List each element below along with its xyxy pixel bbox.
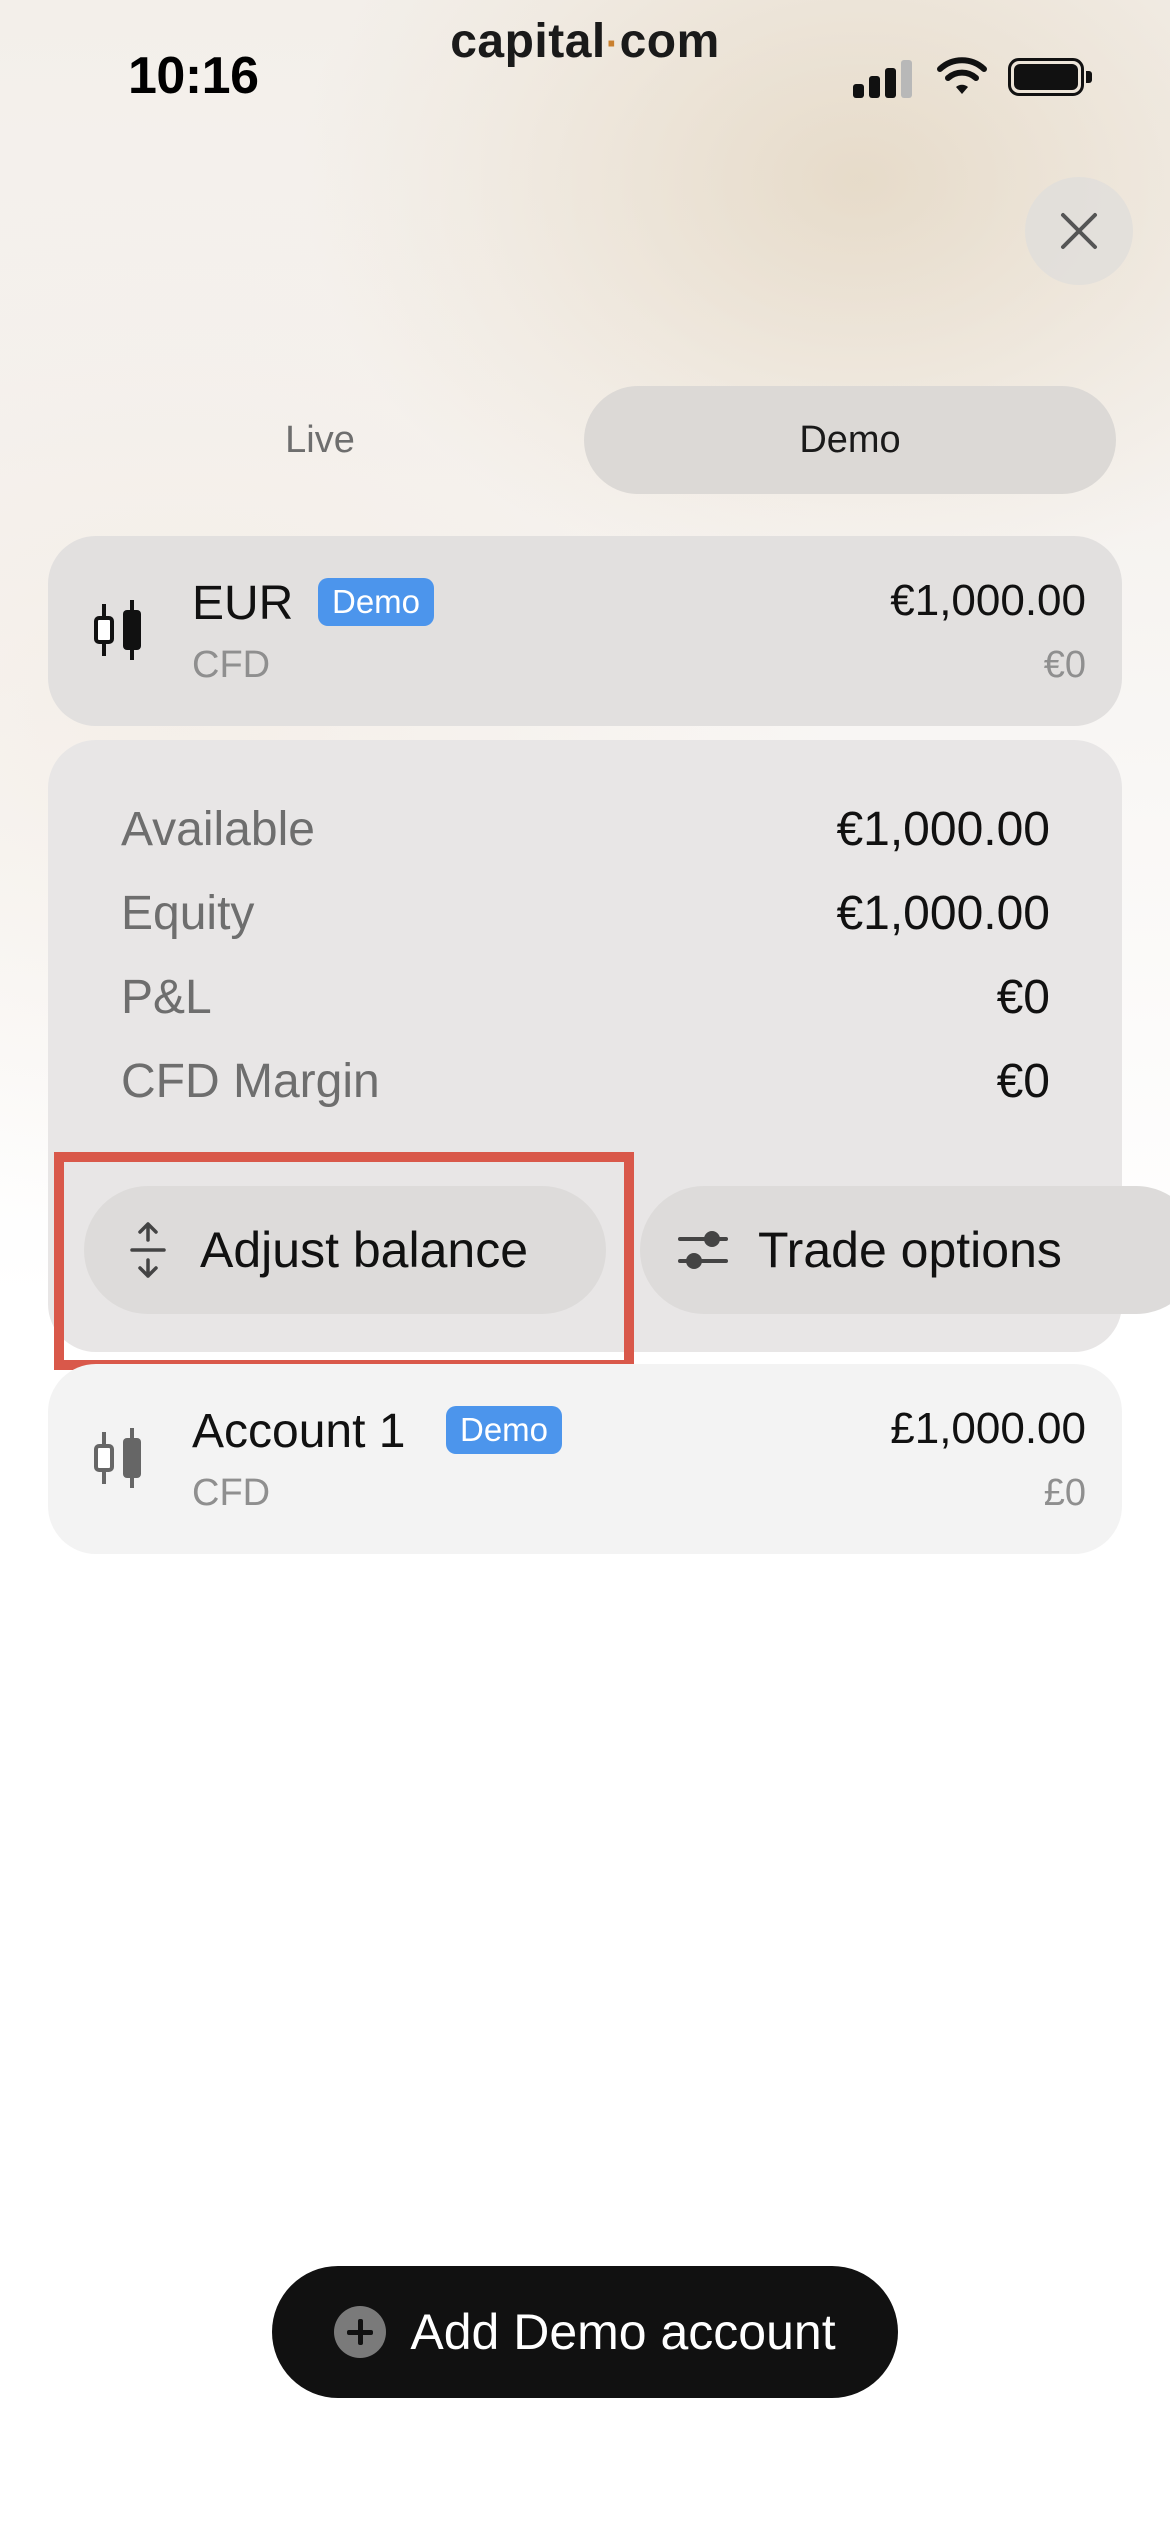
- close-icon: [1061, 213, 1097, 249]
- tab-live[interactable]: Live: [155, 386, 485, 494]
- detail-value-equity: €1,000.00: [836, 887, 1050, 940]
- brand-right: com: [619, 15, 720, 68]
- account-name: Account 1: [192, 1405, 406, 1458]
- candlestick-icon: [94, 600, 141, 660]
- detail-label-cfd-margin: CFD Margin: [121, 1055, 380, 1108]
- account-type: CFD: [192, 644, 271, 686]
- account-card-eur[interactable]: EUR Demo CFD €1,000.00 €0: [48, 536, 1122, 726]
- highlight-box: [54, 1152, 634, 1370]
- signal-icon: [853, 60, 913, 98]
- brand-dot: ·: [605, 22, 620, 66]
- trade-options-button[interactable]: Trade options: [640, 1186, 1170, 1314]
- add-demo-account-label: Add Demo account: [410, 2304, 836, 2360]
- tab-demo[interactable]: Demo: [584, 386, 1116, 494]
- account-balance: €1,000.00: [890, 576, 1086, 625]
- account-name: EUR: [192, 577, 294, 630]
- detail-label-available: Available: [121, 803, 315, 856]
- demo-badge: Demo: [446, 1406, 563, 1454]
- tab-demo-label: Demo: [799, 418, 901, 461]
- trade-options-label: Trade options: [758, 1222, 1062, 1278]
- plus-circle-icon: [334, 2306, 387, 2358]
- add-demo-account-button[interactable]: Add Demo account: [272, 2266, 898, 2398]
- detail-label-equity: Equity: [121, 887, 255, 940]
- detail-value-pnl: €0: [996, 971, 1050, 1024]
- detail-value-available: €1,000.00: [836, 803, 1050, 856]
- detail-label-pnl: P&L: [121, 971, 212, 1024]
- demo-badge: Demo: [318, 578, 435, 626]
- account-type: CFD: [192, 1472, 271, 1514]
- account-card-account-1[interactable]: Account 1 Demo CFD £1,000.00 £0: [48, 1364, 1122, 1554]
- battery-icon: [1008, 58, 1092, 96]
- wifi-icon: [937, 57, 987, 94]
- account-pnl: £0: [1043, 1472, 1086, 1514]
- sliders-icon: [678, 1231, 728, 1269]
- brand-logo: capital·com: [0, 14, 1170, 69]
- account-balance: £1,000.00: [890, 1404, 1086, 1453]
- close-button[interactable]: [1025, 177, 1133, 285]
- brand-left: capital: [450, 15, 606, 68]
- candlestick-icon: [94, 1428, 141, 1488]
- account-pnl: €0: [1043, 644, 1086, 686]
- detail-value-cfd-margin: €0: [996, 1055, 1050, 1108]
- tab-live-label: Live: [285, 418, 355, 461]
